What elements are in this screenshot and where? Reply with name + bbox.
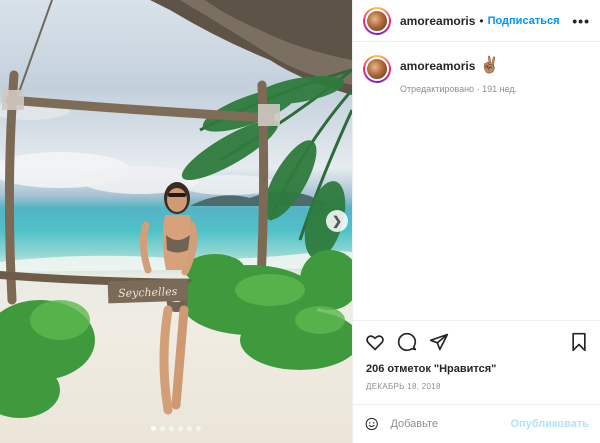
avatar[interactable]: [363, 6, 391, 35]
caption-avatar[interactable]: [363, 55, 391, 83]
post-photo[interactable]: Seychelles ❯: [0, 0, 352, 443]
carousel-dot: [178, 426, 183, 431]
follow-button[interactable]: Подписаться: [488, 15, 560, 27]
post-date[interactable]: ДЕКАБРЬ 18, 2018: [366, 382, 441, 391]
carousel-dot: [187, 426, 192, 431]
heart-icon[interactable]: [365, 332, 385, 352]
separator-dot: •: [479, 13, 484, 28]
post-sidebar: amoreamoris • Подписаться ••• amoreamori…: [352, 0, 600, 443]
caption: amoreamoris ✌🏽 Отредактировано · 191 нед…: [353, 42, 600, 94]
seychelles-sign: Seychelles: [118, 285, 178, 300]
paper-plane-icon[interactable]: [429, 332, 449, 352]
victory-hand-icon: ✌🏽: [479, 57, 500, 74]
more-options-button[interactable]: •••: [572, 13, 590, 29]
edited-label: Отредактировано: [400, 84, 475, 94]
caption-username[interactable]: amoreamoris: [400, 59, 475, 73]
comment-input[interactable]: [390, 418, 511, 430]
beach-scene: Seychelles: [0, 0, 352, 418]
carousel-dot: [151, 426, 156, 431]
action-bar: [353, 320, 600, 362]
bookmark-icon[interactable]: [569, 332, 589, 352]
next-slide-button[interactable]: ❯: [326, 210, 348, 232]
publish-button[interactable]: Опубликовать: [510, 418, 589, 430]
carousel-dot: [196, 426, 201, 431]
time-ago[interactable]: 191 нед.: [482, 84, 517, 94]
carousel-dot: [169, 426, 174, 431]
post-header: amoreamoris • Подписаться •••: [353, 0, 600, 42]
chevron-right-icon: ❯: [331, 214, 343, 228]
username-link[interactable]: amoreamoris: [400, 14, 475, 28]
carousel-dot: [160, 426, 165, 431]
carousel-dots: [0, 426, 352, 431]
comment-icon[interactable]: [397, 332, 417, 352]
comment-bar: Опубликовать: [353, 404, 600, 443]
smile-icon[interactable]: [365, 415, 378, 433]
likes-count[interactable]: 206 отметок "Нравится": [366, 363, 496, 375]
